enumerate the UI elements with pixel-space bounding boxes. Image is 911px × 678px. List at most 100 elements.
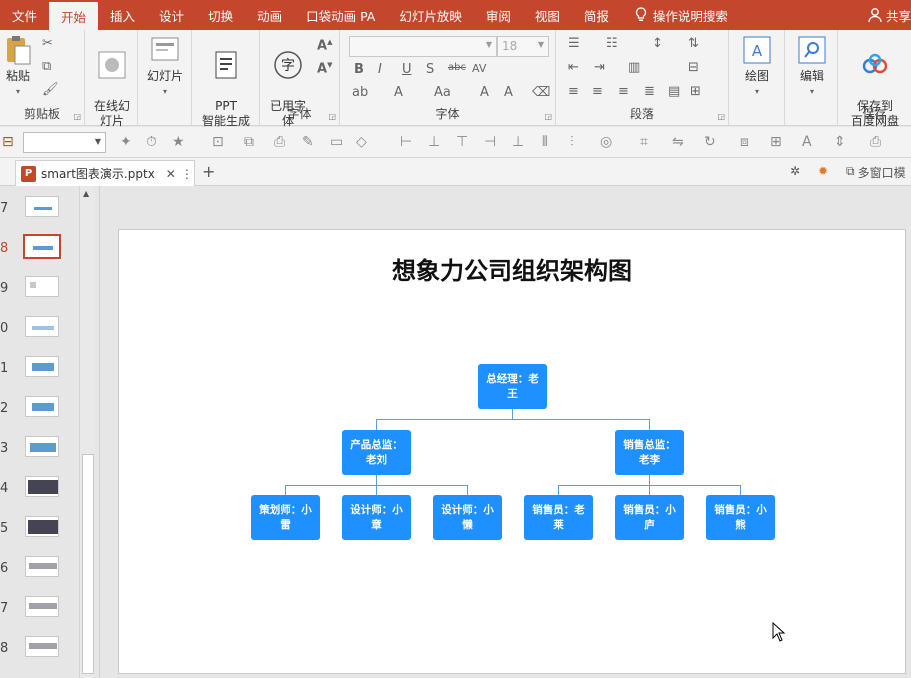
font-a-icon[interactable]: A	[802, 134, 812, 150]
slide-thumbnail[interactable]	[25, 636, 59, 657]
bullet-list-icon[interactable]: ☰	[568, 36, 580, 51]
tab-view[interactable]: 视图	[523, 0, 572, 30]
org-node-level3[interactable]: 策划师：小雷	[251, 495, 320, 540]
change-case-icon[interactable]: Aa	[434, 85, 451, 100]
org-node-level2[interactable]: 销售总监：老李	[615, 430, 684, 475]
ppt-gen-button[interactable]: PPT 智能生成	[196, 34, 256, 129]
font-launcher-icon[interactable]: ◲	[544, 112, 552, 121]
tab-insert[interactable]: 插入	[98, 0, 147, 30]
distributed-icon[interactable]: ▤	[668, 84, 680, 99]
pin-icon[interactable]: ✲	[790, 164, 800, 178]
replace-picture-icon[interactable]: ⎙	[274, 134, 285, 150]
slide-thumb-row[interactable]: 2	[0, 396, 80, 422]
char-spacing-icon[interactable]: AV	[472, 62, 486, 75]
shadow-icon[interactable]: S	[426, 62, 434, 77]
format-painter-icon[interactable]: 🖌	[42, 82, 59, 97]
slide-thumbnail[interactable]	[25, 476, 59, 497]
org-node-level3[interactable]: 设计师：小懒	[433, 495, 502, 540]
close-tab-icon[interactable]: ✕	[166, 167, 176, 181]
slide-thumb-row[interactable]: 0	[0, 316, 80, 342]
org-node-level2[interactable]: 产品总监：老刘	[342, 430, 411, 475]
distribute-h-icon[interactable]: ⫴	[542, 134, 548, 150]
cut-icon[interactable]: ✂	[42, 36, 53, 51]
justify-icon[interactable]: ≣	[644, 84, 655, 99]
new-tab-icon[interactable]: +	[202, 162, 215, 181]
copy-icon[interactable]: ⧉	[42, 59, 51, 74]
tell-me-search[interactable]: 操作说明搜索	[621, 0, 728, 30]
increase-font-icon[interactable]: A▲	[317, 38, 332, 53]
align-left-icon[interactable]: ≡	[568, 84, 579, 99]
align-bottom-obj-icon[interactable]: ⊥	[512, 134, 524, 150]
paragraph-launcher-icon[interactable]: ◲	[717, 112, 725, 121]
tab-pocket-animation[interactable]: 口袋动画 PA	[294, 0, 387, 30]
slide-canvas[interactable]: 想象力公司组织架构图 总经理：老王 产品总监：老刘 销售总监：老李 策划师：小雷…	[118, 229, 906, 674]
slide-thumbnail[interactable]	[25, 516, 59, 537]
textbox-icon[interactable]: ▭	[330, 134, 343, 150]
tab-transitions[interactable]: 切换	[196, 0, 245, 30]
align-left-obj-icon[interactable]: ⊢	[400, 134, 412, 150]
spacing-icon[interactable]: ⇕	[834, 134, 846, 150]
tab-review[interactable]: 审阅	[474, 0, 523, 30]
scrollbar-thumb[interactable]	[82, 454, 94, 674]
paste-button[interactable]: 粘贴 ▾	[2, 34, 34, 99]
slide-thumb-row[interactable]: 6	[0, 556, 80, 582]
tab-design[interactable]: 设计	[147, 0, 196, 30]
slide-thumb-row[interactable]: 1	[0, 356, 80, 382]
settings-gear-icon[interactable]: ✹	[818, 164, 828, 178]
document-tab[interactable]: P smart图表演示.pptx ✕ ⋮	[15, 160, 195, 186]
numbered-list-icon[interactable]: ☷	[606, 36, 618, 51]
distribute-v-icon[interactable]: ⫶	[570, 134, 574, 150]
italic-icon[interactable]: I	[378, 62, 382, 77]
slide-thumb-row[interactable]: 8	[0, 234, 80, 262]
clear-format-icon[interactable]: ⌫	[532, 85, 550, 100]
multi-window-button[interactable]: ⧉ 多窗口模	[846, 164, 906, 181]
decrease-indent-icon[interactable]: ⇤	[568, 60, 579, 75]
toolbar-combo[interactable]: ▼	[23, 132, 106, 153]
align-top-obj-icon[interactable]: ⊤	[456, 134, 468, 150]
org-node-root[interactable]: 总经理：老王	[478, 364, 547, 409]
slide-thumb-row[interactable]: 4	[0, 476, 80, 502]
align-text-icon[interactable]: ⊟	[688, 60, 699, 75]
strikethrough-icon[interactable]: abc	[448, 62, 466, 73]
org-node-level3[interactable]: 销售员：小庐	[615, 495, 684, 540]
share-button[interactable]: 共享	[867, 0, 911, 30]
slide-thumb-row[interactable]: 7	[0, 196, 80, 222]
shrink-font-icon[interactable]: A	[504, 85, 513, 100]
flip-icon[interactable]: ⇋	[672, 134, 684, 150]
tab-briefing[interactable]: 简报	[572, 0, 621, 30]
group-icon[interactable]: ⧉	[244, 134, 254, 150]
merge-shapes-icon[interactable]: ◎	[600, 134, 612, 150]
org-node-level3[interactable]: 设计师：小章	[342, 495, 411, 540]
slide-thumbnail[interactable]	[25, 556, 59, 577]
slide-thumbnail[interactable]	[25, 316, 59, 337]
clipboard-launcher-icon[interactable]: ◲	[73, 112, 81, 121]
size-icon[interactable]: ⊞	[770, 134, 782, 150]
underline-icon[interactable]: U	[402, 62, 412, 77]
slide-thumbnail[interactable]	[25, 596, 59, 617]
slide-thumb-row[interactable]: 9	[0, 276, 80, 302]
draw-button[interactable]: A 绘图 ▾	[735, 34, 779, 99]
smartart-convert-icon[interactable]: ⊞	[690, 84, 701, 99]
online-slides-button[interactable]: 在线幻 灯片	[89, 34, 135, 129]
text-highlight-icon[interactable]: ab	[352, 85, 368, 100]
crop-icon[interactable]: ⌗	[640, 134, 648, 150]
org-node-level3[interactable]: 销售员：老莱	[524, 495, 593, 540]
arrange-icon[interactable]: ⧈	[740, 134, 749, 150]
print-icon[interactable]: ⎙	[870, 134, 881, 150]
font-size-select[interactable]: 18 ▼	[497, 36, 549, 57]
align-center-icon[interactable]: ≡	[592, 84, 603, 99]
used-fonts-launcher-icon[interactable]: ◲	[328, 112, 336, 121]
thumbnail-scrollbar[interactable]: ▲	[79, 186, 95, 678]
grow-font-icon[interactable]: A	[480, 85, 489, 100]
line-spacing-icon[interactable]: ↕	[652, 36, 663, 51]
slide-thumb-row[interactable]: 8	[0, 636, 80, 662]
new-slide-button[interactable]: 幻灯片 ▾	[142, 34, 188, 99]
increase-indent-icon[interactable]: ⇥	[594, 60, 605, 75]
align-right-icon[interactable]: ≡	[618, 84, 629, 99]
effect-icon[interactable]: ✦	[120, 134, 132, 150]
edit-button[interactable]: 编辑 ▾	[789, 34, 835, 99]
slide-thumb-row[interactable]: 3	[0, 436, 80, 462]
align-middle-obj-icon[interactable]: ⊣	[484, 134, 496, 150]
animation-timer-icon[interactable]: ⏱	[146, 134, 157, 150]
tab-home[interactable]: 开始	[49, 2, 99, 30]
